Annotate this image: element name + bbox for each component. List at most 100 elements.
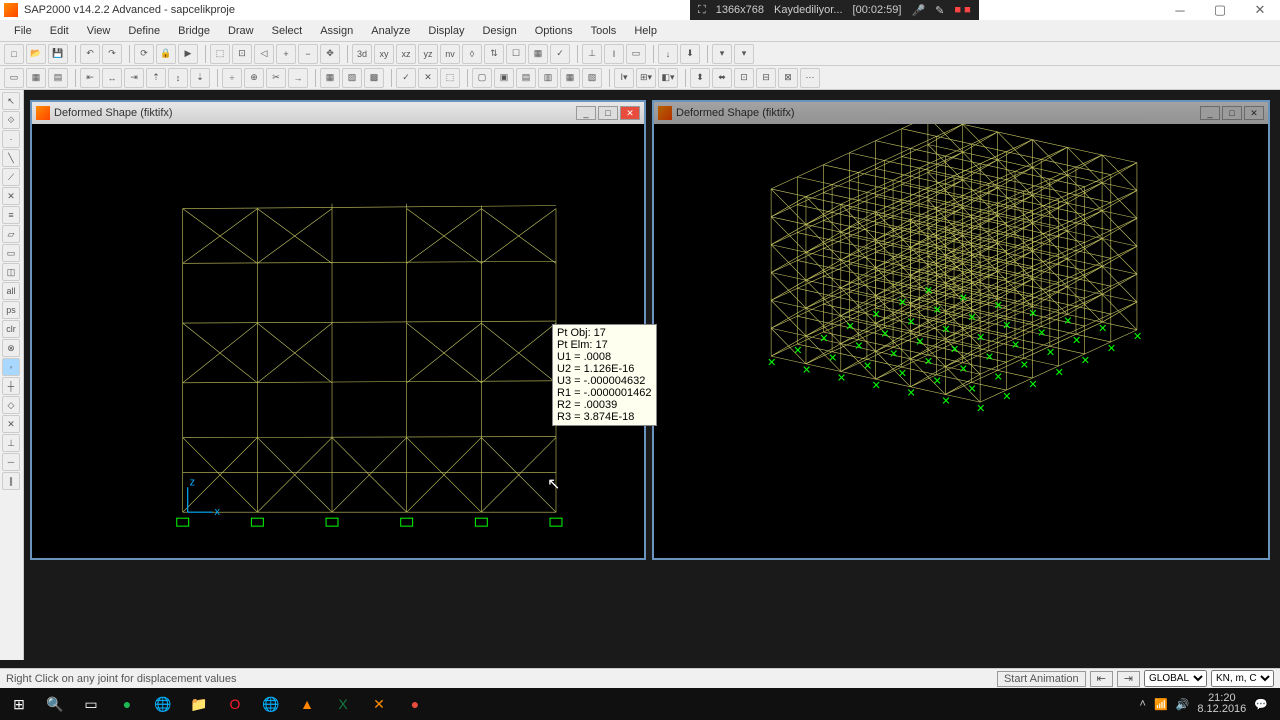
object-icon[interactable]: ☐ — [506, 44, 526, 64]
ps-sel-icon[interactable]: ps — [2, 301, 20, 319]
reshape-icon[interactable]: ⟐ — [2, 111, 20, 129]
menu-select[interactable]: Select — [264, 23, 311, 39]
zoom-in-icon[interactable]: + — [276, 44, 296, 64]
zoom-full-icon[interactable]: ⊡ — [232, 44, 252, 64]
check2-icon[interactable]: ✕ — [418, 68, 438, 88]
zoom-prev-icon[interactable]: ◁ — [254, 44, 274, 64]
menu-edit[interactable]: Edit — [42, 23, 77, 39]
layer-icon[interactable]: ▤ — [48, 68, 68, 88]
design2-icon[interactable]: ⊞▾ — [636, 68, 656, 88]
spotify-icon[interactable]: ● — [112, 691, 142, 717]
trim-icon[interactable]: ✂ — [266, 68, 286, 88]
edit4-icon[interactable]: ▥ — [538, 68, 558, 88]
yz-view-icon[interactable]: yz — [418, 44, 438, 64]
zoom-rubber-icon[interactable]: ⬚ — [210, 44, 230, 64]
tray-vol-icon[interactable]: 🔊 — [1176, 698, 1190, 711]
excel-icon[interactable]: X — [328, 691, 358, 717]
check3-icon[interactable]: ⬚ — [440, 68, 460, 88]
bridge4-icon[interactable]: ⊟ — [756, 68, 776, 88]
record-stop-icon[interactable]: ■ ■ — [954, 4, 970, 16]
menu-assign[interactable]: Assign — [312, 23, 361, 39]
snap-para-icon[interactable]: ∥ — [2, 472, 20, 490]
line-icon[interactable]: ╲ — [2, 149, 20, 167]
align-r-icon[interactable]: ⇥ — [124, 68, 144, 88]
start-button[interactable]: ⊞ — [4, 691, 34, 717]
tray-net-icon[interactable]: 📶 — [1154, 698, 1168, 711]
snap-line-icon[interactable]: ─ — [2, 453, 20, 471]
merge-icon[interactable]: ⊕ — [244, 68, 264, 88]
quickarea-icon[interactable]: ◫ — [2, 263, 20, 281]
bridge6-icon[interactable]: ⋯ — [800, 68, 820, 88]
new-icon[interactable]: □ — [4, 44, 24, 64]
record-icon[interactable]: ● — [400, 691, 430, 717]
all-sel-icon[interactable]: all — [2, 282, 20, 300]
minimize-button[interactable]: ─ — [1160, 0, 1200, 20]
extend-icon[interactable]: → — [288, 68, 308, 88]
point-icon[interactable]: · — [2, 130, 20, 148]
align-t-icon[interactable]: ⇡ — [146, 68, 166, 88]
intersect-icon[interactable]: ⊗ — [2, 339, 20, 357]
menu-tools[interactable]: Tools — [583, 23, 625, 39]
menu-design[interactable]: Design — [474, 23, 524, 39]
align-m-icon[interactable]: ↕ — [168, 68, 188, 88]
chrome-icon[interactable]: 🌐 — [148, 691, 178, 717]
mdi-close-button[interactable]: ✕ — [620, 106, 640, 120]
align-l-icon[interactable]: ⇤ — [80, 68, 100, 88]
snap-mid-icon[interactable]: ┼ — [2, 377, 20, 395]
taskview-icon[interactable]: ▭ — [76, 691, 106, 717]
snap-perp-icon[interactable]: ⊥ — [2, 434, 20, 452]
menu-view[interactable]: View — [79, 23, 119, 39]
distload-icon[interactable]: ⬇ — [680, 44, 700, 64]
bridge3-icon[interactable]: ⊡ — [734, 68, 754, 88]
more2-icon[interactable]: ▾ — [734, 44, 754, 64]
area-section-icon[interactable]: ▭ — [626, 44, 646, 64]
bridge2-icon[interactable]: ⬌ — [712, 68, 732, 88]
edit1-icon[interactable]: ▢ — [472, 68, 492, 88]
bridge1-icon[interactable]: ⬍ — [690, 68, 710, 88]
lock-icon[interactable]: 🔒 — [156, 44, 176, 64]
vlc-icon[interactable]: ▲ — [292, 691, 322, 717]
snap-int-icon[interactable]: ✕ — [2, 415, 20, 433]
maximize-button[interactable]: ▢ — [1200, 0, 1240, 20]
extrude-icon[interactable]: ▦ — [528, 44, 548, 64]
menu-define[interactable]: Define — [120, 23, 168, 39]
area-icon[interactable]: ▱ — [2, 225, 20, 243]
start-animation-button[interactable]: Start Animation — [997, 671, 1086, 687]
save-icon[interactable]: 💾 — [48, 44, 68, 64]
frame-section-icon[interactable]: I — [604, 44, 624, 64]
pointer-icon[interactable]: ↖ — [2, 92, 20, 110]
design1-icon[interactable]: I▾ — [614, 68, 634, 88]
xz-view-icon[interactable]: xz — [396, 44, 416, 64]
divide-icon[interactable]: ÷ — [222, 68, 242, 88]
perspective-icon[interactable]: ◊ — [462, 44, 482, 64]
secbeam-icon[interactable]: ≡ — [2, 206, 20, 224]
edit3-icon[interactable]: ▤ — [516, 68, 536, 88]
mdi-close-button[interactable]: ✕ — [1244, 106, 1264, 120]
brace-icon[interactable]: ✕ — [2, 187, 20, 205]
undo-icon[interactable]: ↶ — [80, 44, 100, 64]
joint-restraint-icon[interactable]: ⊥ — [582, 44, 602, 64]
menu-display[interactable]: Display — [420, 23, 472, 39]
mdi-maximize-button[interactable]: □ — [1222, 106, 1242, 120]
bridge5-icon[interactable]: ⊠ — [778, 68, 798, 88]
units-select[interactable]: KN, m, C — [1211, 670, 1274, 687]
snap-point-icon[interactable]: ◦ — [2, 358, 20, 376]
mesh2-icon[interactable]: ▨ — [342, 68, 362, 88]
load-icon[interactable]: ↓ — [658, 44, 678, 64]
snap-end-icon[interactable]: ◇ — [2, 396, 20, 414]
viewport-left-canvas[interactable]: zx Pt Obj: 17 Pt Elm: 17 U1 = .0008 U2 =… — [32, 124, 644, 558]
nav-next-button[interactable]: ⇥ — [1117, 671, 1140, 687]
3d-view-icon[interactable]: 3d — [352, 44, 372, 64]
mesh1-icon[interactable]: ▦ — [320, 68, 340, 88]
edit5-icon[interactable]: ▦ — [560, 68, 580, 88]
menu-analyze[interactable]: Analyze — [363, 23, 418, 39]
menu-help[interactable]: Help — [626, 23, 665, 39]
check1-icon[interactable]: ✓ — [396, 68, 416, 88]
coord-select[interactable]: GLOBAL — [1144, 670, 1207, 687]
tray-notif-icon[interactable]: 💬 — [1254, 698, 1268, 711]
quickline-icon[interactable]: ⟋ — [2, 168, 20, 186]
viewport-right-canvas[interactable]: ✕✕✕✕✕✕✕✕✕✕✕✕✕✕✕✕✕✕✕✕✕✕✕✕✕✕✕✕✕✕✕✕✕✕✕✕✕✕✕✕… — [654, 124, 1268, 558]
mdi-maximize-button[interactable]: □ — [598, 106, 618, 120]
search-icon[interactable]: 🔍 — [40, 691, 70, 717]
edit-icon[interactable]: ✎ — [935, 4, 944, 17]
